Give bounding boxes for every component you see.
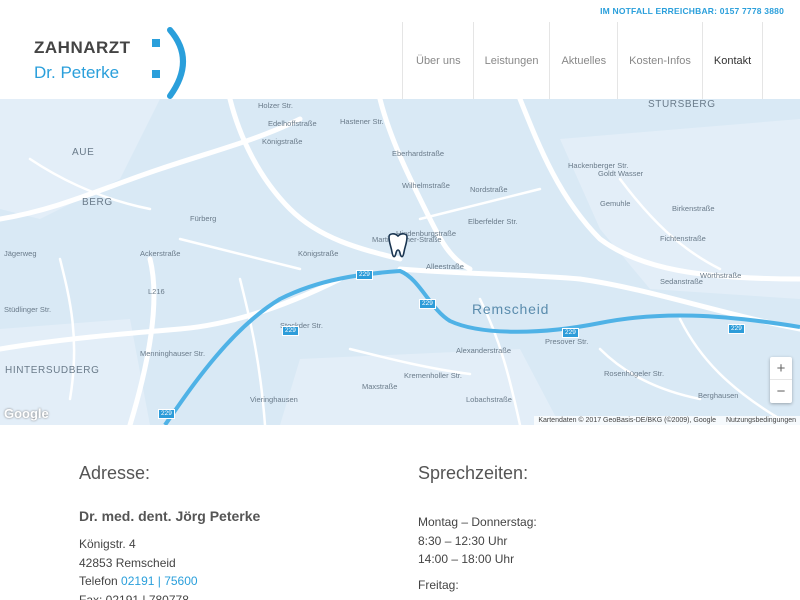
address-column: Adresse: Dr. med. dent. Jörg Peterke Kön… [79, 463, 260, 600]
route-shield: 229 [356, 270, 373, 280]
zoom-out-button[interactable]: − [770, 380, 792, 403]
doctor-name: Dr. med. dent. Jörg Peterke [79, 508, 261, 524]
zoom-in-button[interactable]: + [770, 357, 792, 380]
map-label: Sedanstraße [660, 277, 703, 286]
map-label: Jägerweg [4, 249, 37, 258]
tooth-icon[interactable] [385, 232, 411, 260]
map-label: Presover Str. [545, 337, 589, 346]
page: IM NOTFALL ERREICHBAR: 0157 7778 3880 ZA… [0, 0, 800, 600]
map-label: Wilhelmstraße [402, 181, 450, 190]
address-city: 42853 Remscheid [79, 555, 176, 570]
nav-item-aktuelles[interactable]: Aktuelles [550, 22, 619, 100]
phone-link[interactable]: 02191 | 75600 [121, 574, 198, 588]
map-label: Ackerstraße [140, 249, 181, 258]
map-label: Elberfelder Str. [468, 217, 518, 226]
hours-days-mon-thu: Montag – Donnerstag: [418, 515, 537, 529]
map-label: Königstraße [298, 249, 339, 258]
map-label: Königstraße [262, 137, 303, 146]
map-label: Wörthstraße [700, 271, 742, 280]
route-shield: 229 [419, 299, 436, 309]
map-district: STURSBERG [648, 99, 716, 110]
map-label: Nordstraße [470, 185, 508, 194]
map-attribution: Kartendaten © 2017 GeoBasis-DE/BKG (©200… [534, 416, 800, 425]
map-label: Goldt Wasser [598, 169, 644, 178]
main-nav: Über uns Leistungen Aktuelles Kosten-Inf… [402, 22, 764, 100]
nav-item-ueber-uns[interactable]: Über uns [403, 22, 474, 100]
map-label: Maxstraße [362, 382, 398, 391]
map-label: Kremenholler Str. [404, 371, 462, 380]
map-label: Alexanderstraße [456, 346, 512, 355]
google-map[interactable]: Holzer Str. Hastener Str. Edelhoffstraße… [0, 99, 800, 425]
nav-item-leistungen[interactable]: Leistungen [474, 22, 551, 100]
address-street: Königstr. 4 [79, 537, 136, 551]
map-label: Alleestraße [426, 262, 464, 271]
route-shield: 229 [158, 409, 175, 419]
map-label: Lobachstraße [466, 395, 512, 404]
nav-item-kosten-infos[interactable]: Kosten-Infos [618, 22, 703, 100]
map-label: Menninghauser Str. [140, 349, 206, 358]
contact-section: Adresse: Dr. med. dent. Jörg Peterke Kön… [0, 425, 800, 600]
map-label: Stüdlinger Str. [4, 305, 52, 314]
terms-link[interactable]: Nutzungsbedingungen [726, 417, 796, 424]
map-city: Remscheid [472, 301, 550, 317]
map-label: Birkenstraße [672, 204, 715, 213]
route-shield: 229 [728, 324, 745, 334]
hours-heading: Sprechzeiten: [418, 463, 529, 483]
logo-title: ZAHNARZT [34, 38, 131, 57]
map-label: Fürberg [190, 214, 217, 223]
map-label: Edelhoffstraße [268, 119, 317, 128]
map-label: Gemuhle [600, 199, 631, 208]
map-roads [0, 99, 800, 425]
map-label: Fichtenstraße [660, 234, 706, 243]
route-shield: 229 [562, 328, 579, 338]
logo-subtitle: Dr. Peterke [34, 63, 120, 82]
phone-line: Telefon 02191 | 75600 [79, 572, 260, 591]
map-label: L216 [148, 287, 165, 296]
logo[interactable]: ZAHNARZT Dr. Peterke [34, 26, 204, 100]
map-district: AUE [72, 147, 95, 158]
map-label: Hastener Str. [340, 117, 384, 126]
nav-item-kontakt[interactable]: Kontakt [703, 22, 764, 100]
map-district: BERG [82, 197, 113, 208]
map-label: Berghausen [698, 391, 739, 400]
map-data-credit: Kartendaten © 2017 GeoBasis-DE/BKG (©200… [538, 417, 716, 424]
fax-line: Fax: 02191 | 780778 [79, 592, 189, 600]
map-label: Rosenhügeler Str. [604, 369, 665, 378]
hours-column: Sprechzeiten: Montag – Donnerstag: 8:30 … [418, 463, 537, 594]
map-label: Holzer Str. [258, 101, 294, 110]
address-heading: Adresse: [79, 463, 151, 483]
map-label: Eberhardstraße [392, 149, 445, 158]
hours-slot-afternoon: 14:00 – 18:00 Uhr [418, 552, 515, 566]
map-label: Vieringhausen [250, 395, 298, 404]
smiley-icon [152, 27, 186, 99]
phone-label: Telefon [79, 574, 118, 588]
hours-slot-morning: 8:30 – 12:30 Uhr [418, 533, 508, 548]
google-logo[interactable]: Google [4, 406, 49, 421]
map-zoom-control: + − [770, 357, 792, 403]
emergency-contact[interactable]: IM NOTFALL ERREICHBAR: 0157 7778 3880 [600, 6, 784, 16]
map-district: HINTERSUDBERG [5, 365, 100, 376]
hours-days-friday: Freitag: [418, 577, 459, 592]
route-shield: 229 [282, 326, 299, 336]
